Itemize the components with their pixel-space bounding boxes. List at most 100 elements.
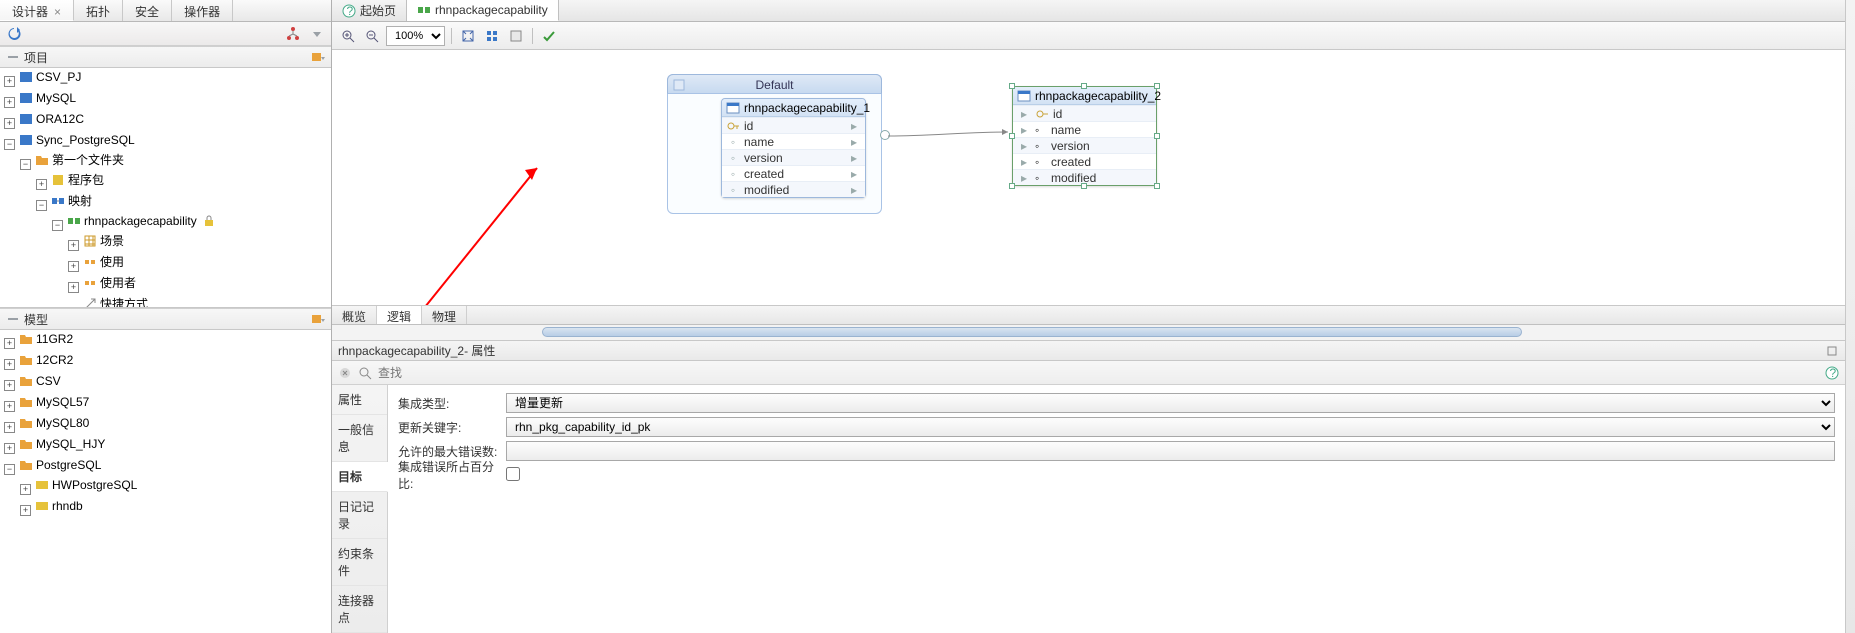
expand-icon[interactable]: +: [4, 76, 15, 87]
tab-security[interactable]: 安全: [123, 0, 172, 21]
side-tab-connectors[interactable]: 连接器点: [332, 586, 387, 633]
entity-row[interactable]: ◦created▸: [722, 165, 865, 181]
expand-icon[interactable]: +: [4, 422, 15, 433]
in-port-icon[interactable]: ▸: [1017, 139, 1031, 153]
expand-icon[interactable]: +: [36, 179, 47, 190]
tab-physical[interactable]: 物理: [422, 306, 467, 324]
tree-item-mysql57[interactable]: MySQL57: [17, 394, 91, 410]
validate-icon[interactable]: [539, 26, 559, 46]
toolbar-dropdown-icon[interactable]: [307, 24, 327, 44]
minus-icon[interactable]: [6, 50, 20, 64]
tab-operator[interactable]: 操作器: [172, 0, 233, 21]
grid-icon[interactable]: [506, 26, 526, 46]
expand-icon[interactable]: +: [4, 338, 15, 349]
tree-item-packages[interactable]: 程序包: [49, 172, 106, 188]
tree-item-first-folder[interactable]: 第一个文件夹: [33, 152, 126, 168]
minus-icon[interactable]: [6, 312, 20, 326]
canvas-hscrollbar[interactable]: [332, 325, 1845, 341]
out-port-icon[interactable]: ▸: [847, 119, 861, 133]
tree-item-11gr2[interactable]: 11GR2: [17, 331, 75, 347]
update-key-select[interactable]: rhn_pkg_capability_id_pk: [506, 417, 1835, 437]
tab-designer[interactable]: 设计器×: [0, 0, 74, 21]
collapse-icon[interactable]: −: [36, 200, 47, 211]
tab-logical[interactable]: 逻辑: [377, 306, 422, 324]
zoom-select[interactable]: 100%: [386, 26, 445, 46]
expand-icon[interactable]: +: [68, 240, 79, 251]
fit-icon[interactable]: [458, 26, 478, 46]
side-tab-general[interactable]: 一般信息: [332, 415, 387, 462]
resize-handle[interactable]: [1009, 83, 1015, 89]
resize-handle[interactable]: [1081, 183, 1087, 189]
out-port-icon[interactable]: ▸: [847, 183, 861, 197]
mapping-canvas[interactable]: Default rhnpackagecapability_1 id▸ ◦name…: [332, 50, 1845, 305]
entity-row[interactable]: ▸id: [1013, 105, 1156, 121]
max-errors-input[interactable]: [506, 441, 1835, 461]
help-icon[interactable]: ?: [1825, 366, 1839, 380]
group-out-port[interactable]: [880, 130, 890, 140]
tree-item-rhndb[interactable]: rhndb: [33, 498, 85, 514]
tree-item-used-by[interactable]: 使用者: [81, 275, 138, 291]
side-tab-constraints[interactable]: 约束条件: [332, 539, 387, 586]
entity-row[interactable]: ◦version▸: [722, 149, 865, 165]
expand-icon[interactable]: +: [68, 282, 79, 293]
resize-handle[interactable]: [1081, 83, 1087, 89]
out-port-icon[interactable]: ▸: [847, 135, 861, 149]
expand-icon[interactable]: +: [4, 443, 15, 454]
expand-icon[interactable]: +: [4, 380, 15, 391]
resize-handle[interactable]: [1154, 133, 1160, 139]
resize-handle[interactable]: [1009, 133, 1015, 139]
entity-rhnpackagecapability-1[interactable]: rhnpackagecapability_1 id▸ ◦name▸ ◦versi…: [721, 98, 866, 198]
tree-item-mysql-hjy[interactable]: MySQL_HJY: [17, 436, 107, 452]
tree-item-csv-pj[interactable]: CSV_PJ: [17, 69, 83, 85]
integration-type-select[interactable]: 增量更新: [506, 393, 1835, 413]
tree-item-rhnpackagecapability[interactable]: rhnpackagecapability: [65, 213, 218, 229]
out-port-icon[interactable]: ▸: [847, 167, 861, 181]
scrollbar-thumb[interactable]: [542, 327, 1522, 337]
tree-item-sync-postgresql[interactable]: Sync_PostgreSQL: [17, 132, 137, 148]
expand-icon[interactable]: +: [68, 261, 79, 272]
tree-item-csv[interactable]: CSV: [17, 373, 63, 389]
tree-item-mysql80[interactable]: MySQL80: [17, 415, 91, 431]
in-port-icon[interactable]: ▸: [1017, 107, 1031, 121]
out-port-icon[interactable]: ▸: [847, 151, 861, 165]
in-port-icon[interactable]: ▸: [1017, 155, 1031, 169]
entity-row[interactable]: ◦modified▸: [722, 181, 865, 197]
in-port-icon[interactable]: ▸: [1017, 123, 1031, 137]
entity-row[interactable]: id▸: [722, 117, 865, 133]
zoom-in-icon[interactable]: [338, 26, 358, 46]
tree-item-scenarios[interactable]: 场景: [81, 233, 126, 249]
error-percent-checkbox[interactable]: [506, 467, 520, 481]
expand-icon[interactable]: +: [4, 118, 15, 129]
expand-icon[interactable]: +: [4, 97, 15, 108]
side-tab-target[interactable]: 目标: [332, 462, 388, 492]
entity-rhnpackagecapability-2[interactable]: rhnpackagecapability_2 ▸id ▸◦name ▸◦vers…: [1012, 86, 1157, 186]
side-tab-attributes[interactable]: 属性: [332, 385, 387, 415]
tab-topology[interactable]: 拓扑: [74, 0, 123, 21]
in-port-icon[interactable]: ▸: [1017, 171, 1031, 185]
hierarchy-icon[interactable]: [283, 24, 303, 44]
tab-overview[interactable]: 概览: [332, 306, 377, 324]
expand-icon[interactable]: +: [4, 359, 15, 370]
restore-icon[interactable]: [1825, 344, 1839, 358]
properties-search-input[interactable]: [378, 366, 1819, 380]
entity-row[interactable]: ▸◦name: [1013, 121, 1156, 137]
tree-item-uses[interactable]: 使用: [81, 254, 126, 270]
clear-icon[interactable]: [338, 366, 352, 380]
tree-item-hwpostgresql[interactable]: HWPostgreSQL: [33, 477, 139, 493]
tree-item-mysql[interactable]: MySQL: [17, 90, 78, 106]
expand-icon[interactable]: +: [20, 484, 31, 495]
tab-rhnpackagecapability[interactable]: rhnpackagecapability: [407, 0, 559, 21]
zoom-out-icon[interactable]: [362, 26, 382, 46]
collapse-icon[interactable]: −: [4, 139, 15, 150]
resize-handle[interactable]: [1154, 83, 1160, 89]
new-project-dropdown-icon[interactable]: [311, 50, 325, 64]
collapse-icon[interactable]: −: [20, 159, 31, 170]
refresh-icon[interactable]: [4, 24, 24, 44]
expand-icon[interactable]: +: [20, 505, 31, 516]
tree-item-mappings[interactable]: 映射: [49, 193, 94, 209]
collapse-icon[interactable]: −: [52, 220, 63, 231]
layout-icon[interactable]: [482, 26, 502, 46]
entity-row[interactable]: ▸◦created: [1013, 153, 1156, 169]
tab-start-page[interactable]: ?起始页: [332, 0, 407, 21]
tree-item-12cr2[interactable]: 12CR2: [17, 352, 75, 368]
